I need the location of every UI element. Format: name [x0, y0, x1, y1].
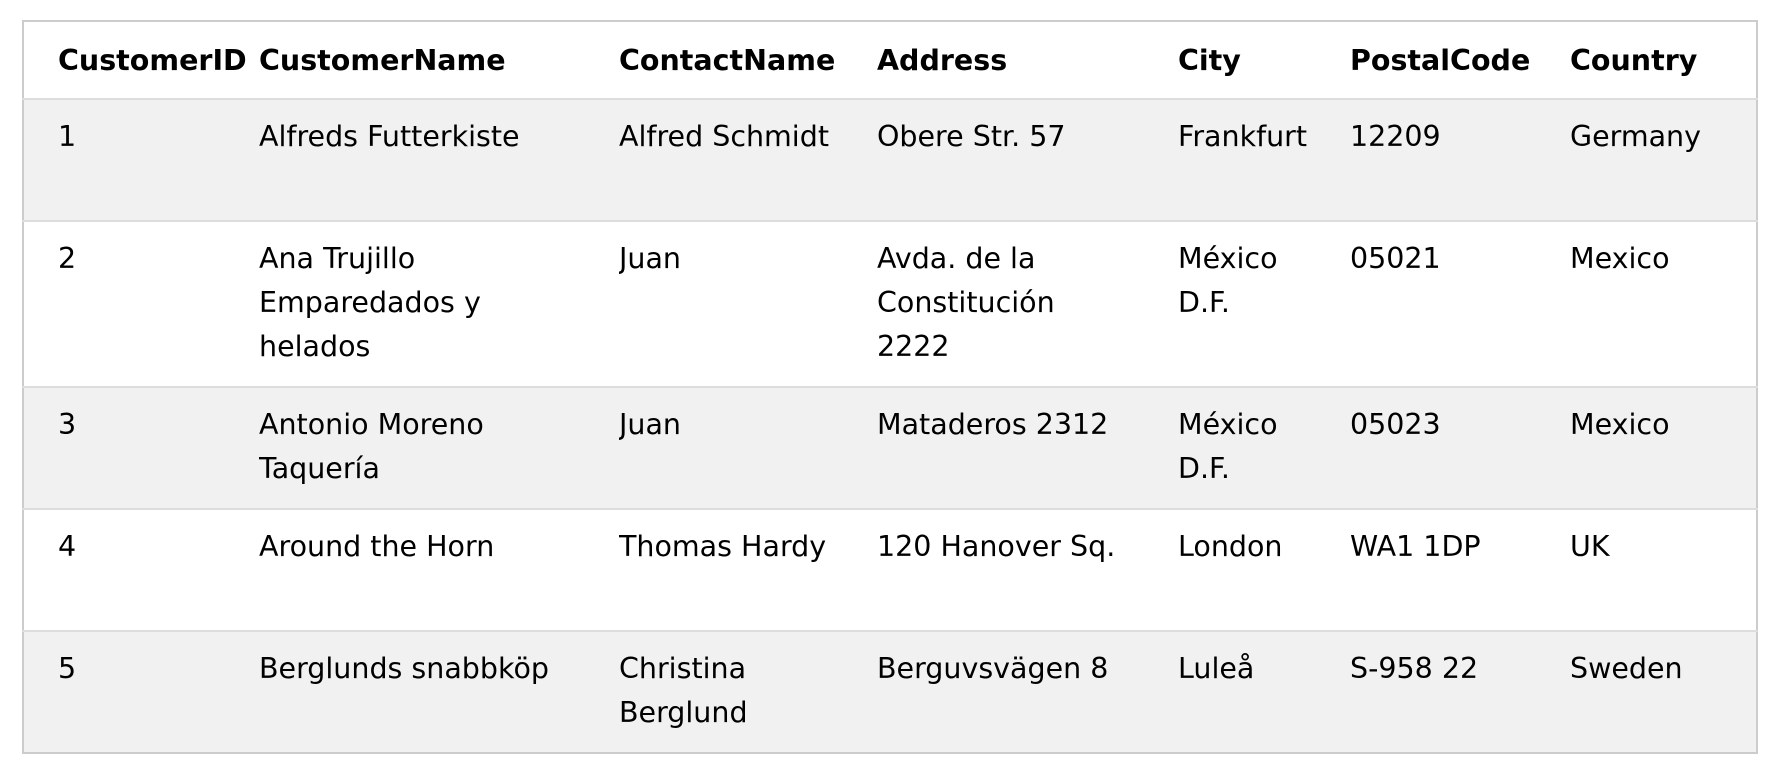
cell-postal-code: S-958 22: [1350, 652, 1479, 685]
header-contact-name: ContactName: [619, 44, 836, 77]
customers-table-container: CustomerID CustomerName ContactName Addr…: [22, 20, 1758, 754]
header-address: Address: [877, 44, 1008, 77]
cell-contact-name: Alfred Schmidt: [619, 120, 829, 153]
table-header: CustomerID CustomerName ContactName Addr…: [23, 21, 1757, 99]
table-row: 2 Ana Trujillo Emparedados y helados Jua…: [23, 221, 1757, 387]
header-customer-name: CustomerName: [259, 44, 506, 77]
header-row: CustomerID CustomerName ContactName Addr…: [23, 21, 1757, 99]
cell-address: Avda. de la Constitución 2222: [877, 242, 1055, 363]
cell-city: Frankfurt: [1178, 120, 1308, 153]
header-country: Country: [1570, 44, 1698, 77]
header-postal-code: PostalCode: [1350, 44, 1531, 77]
cell-postal-code: WA1 1DP: [1350, 530, 1481, 563]
header-customer-id: CustomerID: [58, 44, 247, 77]
cell-customer-id: 4: [58, 530, 77, 563]
cell-customer-id: 3: [58, 408, 77, 441]
cell-customer-name: Antonio Moreno Taquería: [259, 408, 484, 485]
cell-customer-name: Ana Trujillo Emparedados y helados: [259, 242, 481, 363]
cell-contact-name: Juan: [619, 242, 681, 275]
cell-country: Mexico: [1570, 242, 1670, 275]
cell-city: London: [1178, 530, 1283, 563]
cell-postal-code: 05021: [1350, 242, 1441, 275]
cell-country: Sweden: [1570, 652, 1683, 685]
cell-address: Mataderos 2312: [877, 408, 1109, 441]
cell-city: Luleå: [1178, 652, 1255, 685]
table-row: 4 Around the Horn Thomas Hardy 120 Hanov…: [23, 509, 1757, 631]
cell-country: UK: [1570, 530, 1610, 563]
cell-country: Mexico: [1570, 408, 1670, 441]
table-row: 1 Alfreds Futterkiste Alfred Schmidt Obe…: [23, 99, 1757, 221]
header-city: City: [1178, 44, 1241, 77]
cell-address: Berguvsvägen 8: [877, 652, 1109, 685]
cell-city: México D.F.: [1178, 242, 1278, 319]
cell-customer-name: Alfreds Futterkiste: [259, 120, 520, 153]
cell-postal-code: 05023: [1350, 408, 1441, 441]
cell-city: México D.F.: [1178, 408, 1278, 485]
table-row: 5 Berglunds snabbköp Christina Berglund …: [23, 631, 1757, 753]
cell-address: 120 Hanover Sq.: [877, 530, 1116, 563]
cell-customer-name: Around the Horn: [259, 530, 495, 563]
cell-contact-name: Thomas Hardy: [619, 530, 827, 563]
cell-contact-name: Juan: [619, 408, 681, 441]
cell-customer-id: 1: [58, 120, 77, 153]
table-row: 3 Antonio Moreno Taquería Juan Mataderos…: [23, 387, 1757, 509]
cell-customer-id: 2: [58, 242, 77, 275]
cell-country: Germany: [1570, 120, 1701, 153]
cell-customer-id: 5: [58, 652, 77, 685]
customers-table: CustomerID CustomerName ContactName Addr…: [22, 20, 1758, 754]
cell-contact-name: Christina Berglund: [619, 652, 748, 729]
cell-customer-name: Berglunds snabbköp: [259, 652, 550, 685]
cell-postal-code: 12209: [1350, 120, 1441, 153]
cell-address: Obere Str. 57: [877, 120, 1066, 153]
table-body: 1 Alfreds Futterkiste Alfred Schmidt Obe…: [23, 99, 1757, 753]
